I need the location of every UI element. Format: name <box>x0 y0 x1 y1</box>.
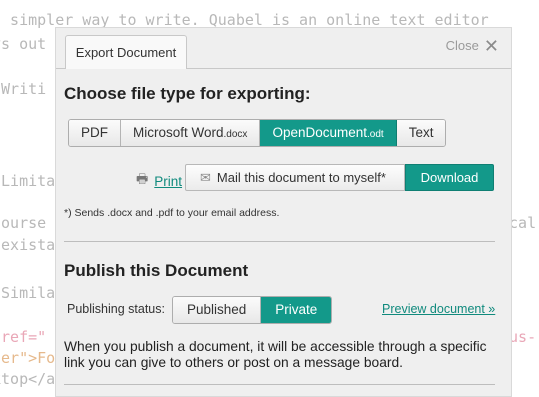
editor-line: -Limita <box>0 172 56 190</box>
envelope-icon: ✉ <box>200 169 211 185</box>
close-button[interactable]: Close ✕ <box>445 35 499 56</box>
editor-line: ktop</a <box>0 370 56 388</box>
editor-line: ter">Fo <box>0 349 56 367</box>
download-button[interactable]: Download <box>405 164 494 191</box>
editor-line: ys out <box>0 35 47 53</box>
editor-line: -Simila <box>0 284 56 302</box>
file-type-pdf[interactable]: PDF <box>69 120 121 146</box>
close-label: Close <box>445 38 479 53</box>
export-dialog: Export Document Close ✕ Choose file type… <box>55 27 512 397</box>
editor-line: href=" <box>0 328 47 346</box>
print-link[interactable]: Print <box>154 174 182 189</box>
publishing-status-selector: Published Private <box>172 296 333 324</box>
print-button[interactable]: 🖶 Print <box>136 170 182 192</box>
preview-document-link[interactable]: Preview document » <box>382 302 495 316</box>
status-private[interactable]: Private <box>261 297 332 323</box>
publish-description: When you publish a document, it will be … <box>64 339 487 370</box>
editor-line: course <box>0 214 47 232</box>
export-heading: Choose file type for exporting: <box>64 84 311 103</box>
section-divider <box>64 384 495 385</box>
close-icon: ✕ <box>483 35 499 56</box>
mail-document-button[interactable]: ✉ Mail this document to myself* <box>185 164 405 191</box>
file-type-text[interactable]: Text <box>396 120 446 146</box>
file-type-selector: PDF Microsoft Word.docx OpenDocument.odt… <box>68 119 447 147</box>
file-type-odt[interactable]: OpenDocument.odt <box>260 120 397 146</box>
email-note: *) Sends .docx and .pdf to your email ad… <box>64 207 280 219</box>
editor-line: -exista <box>0 236 56 254</box>
section-divider <box>64 241 495 242</box>
printer-icon: 🖶 <box>136 171 149 186</box>
publish-heading: Publish this Document <box>64 261 249 280</box>
file-type-docx[interactable]: Microsoft Word.docx <box>121 120 261 146</box>
mail-label: Mail this document to myself* <box>216 170 386 185</box>
tab-export-document[interactable]: Export Document <box>65 35 187 69</box>
publishing-status-label: Publishing status: <box>67 302 165 316</box>
editor-line: -Writi <box>0 80 47 98</box>
status-published[interactable]: Published <box>173 297 262 323</box>
